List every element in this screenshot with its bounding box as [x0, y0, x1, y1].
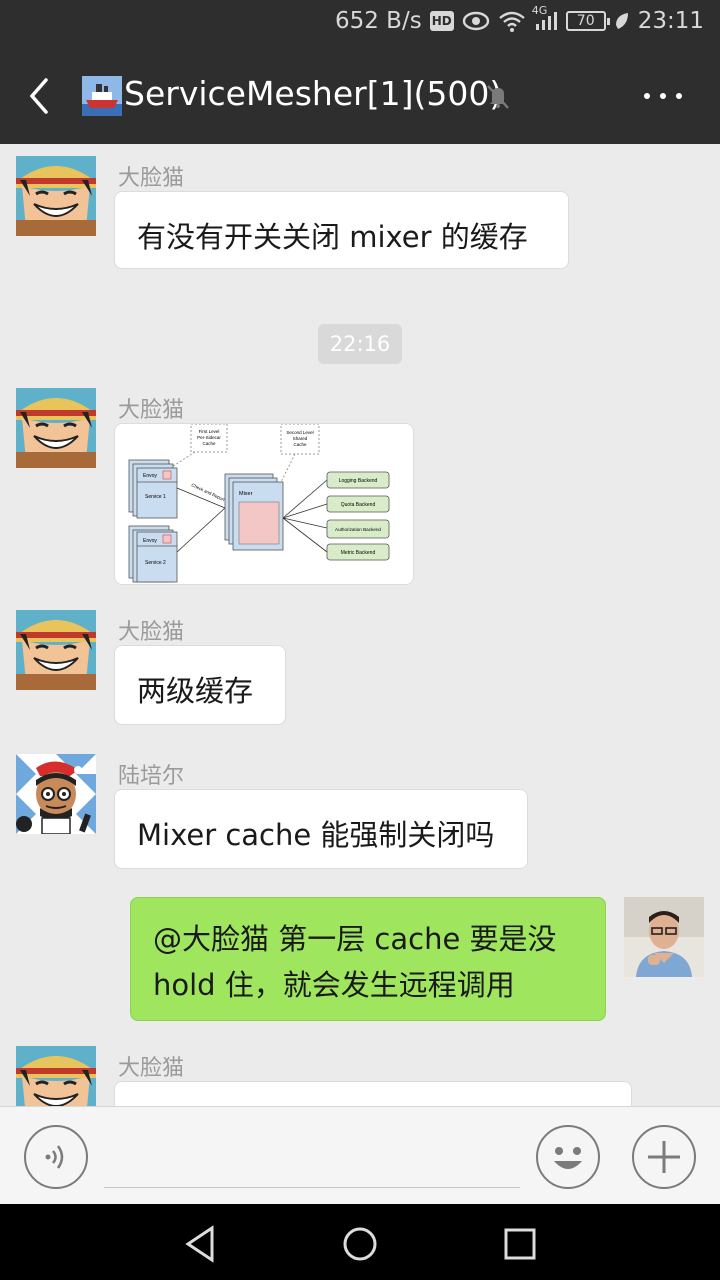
mute-icon	[484, 82, 512, 110]
luffy-avatar-icon	[16, 610, 96, 690]
luffy-avatar-icon	[16, 1046, 96, 1106]
clock: 23:11	[637, 8, 704, 34]
battery-icon: 70	[565, 11, 610, 31]
message-bubble[interactable]: 两级缓存	[114, 645, 286, 725]
sender-name: 大脸猫	[118, 1056, 185, 1081]
sender-name: 陆培尔	[118, 764, 185, 789]
diagram-label: Check and Report	[191, 482, 227, 502]
message-text: 有没有开关关闭 mixer 的缓存	[137, 220, 528, 254]
sender-name: 大脸猫	[118, 620, 185, 645]
battery-level: 70	[576, 13, 595, 29]
sender-name: 大脸猫	[118, 166, 185, 191]
system-nav-bar	[0, 1204, 720, 1280]
diagram-label: Envoy	[143, 473, 157, 479]
leaf-icon	[614, 11, 630, 31]
dot-icon	[660, 93, 666, 99]
message-input[interactable]	[104, 1187, 520, 1188]
avatar-luffy[interactable]	[16, 610, 96, 690]
avatar-luffy[interactable]	[16, 156, 96, 236]
network-type: 4G	[531, 4, 548, 17]
sender-name: 大脸猫	[118, 398, 185, 423]
message-text: Mixer cache 能强制关闭吗	[137, 818, 495, 852]
avatar-lu-peier[interactable]	[16, 754, 96, 834]
chat-title: ServiceMesher[1](500)	[124, 74, 503, 113]
diagram-label: Shared	[293, 436, 308, 441]
diagram-label: Cache	[293, 442, 307, 447]
message-list[interactable]: 大脸猫 有没有开关关闭 mixer 的缓存 22:16 大脸猫 First Le…	[0, 144, 720, 1106]
message-bubble[interactable]	[114, 1081, 632, 1106]
diagram-label: Second Level	[286, 430, 313, 435]
voice-icon	[45, 1145, 64, 1169]
luffy-avatar-icon	[16, 156, 96, 236]
square-recents-icon	[504, 1228, 536, 1260]
avatar-luffy[interactable]	[16, 1046, 96, 1106]
cartoon-avatar-icon	[16, 754, 96, 834]
network-speed: 652 B/s	[334, 8, 422, 34]
chat-header: ServiceMesher[1](500)	[0, 48, 720, 144]
voice-button[interactable]	[24, 1125, 88, 1189]
diagram-label: First Level	[199, 429, 220, 434]
diagram-label: Service 2	[145, 560, 166, 566]
nav-home-button[interactable]	[340, 1224, 380, 1264]
more-functions-button[interactable]	[632, 1125, 696, 1189]
eye-icon	[462, 11, 490, 31]
ship-icon	[82, 76, 122, 116]
diagram-label: Quota Backend	[341, 502, 376, 508]
plus-icon	[648, 1141, 680, 1173]
diagram-label: Mixer	[239, 491, 253, 497]
diagram-label: Cache	[202, 441, 216, 446]
diagram-label: Authorization Backend	[335, 527, 381, 532]
back-arrow-icon	[29, 78, 48, 114]
avatar-luffy[interactable]	[16, 388, 96, 468]
message-text: @大脸猫 第一层 cache 要是没 hold 住，就会发生远程调用	[153, 922, 557, 1002]
message-bubble[interactable]: 有没有开关关闭 mixer 的缓存	[114, 191, 569, 269]
my-message-bubble[interactable]: @大脸猫 第一层 cache 要是没 hold 住，就会发生远程调用	[130, 897, 606, 1021]
profile-photo-icon	[624, 897, 704, 977]
timestamp: 22:16	[318, 324, 402, 364]
nav-back-button[interactable]	[182, 1224, 222, 1264]
dot-icon	[676, 93, 682, 99]
emoji-button[interactable]	[536, 1125, 600, 1189]
diagram-label: Metric Backend	[341, 550, 376, 556]
input-bar	[0, 1106, 720, 1204]
diagram-label: Envoy	[143, 538, 157, 544]
diagram-label: Service 1	[145, 494, 166, 500]
dot-icon	[644, 93, 650, 99]
triangle-back-icon	[185, 1225, 214, 1263]
more-options-button[interactable]	[640, 78, 686, 114]
diagram-label: Per-Sidecar	[197, 435, 221, 440]
smiley-icon	[554, 1147, 582, 1169]
diagram-label: Logging Backend	[339, 478, 378, 484]
back-button[interactable]	[20, 76, 60, 116]
luffy-avatar-icon	[16, 388, 96, 468]
message-bubble[interactable]: Mixer cache 能强制关闭吗	[114, 789, 528, 869]
avatar-self[interactable]	[624, 897, 704, 977]
hd-icon: HD	[429, 11, 454, 31]
wifi-icon	[498, 10, 526, 32]
nav-recents-button[interactable]	[500, 1224, 540, 1264]
mixer-cache-diagram: First Level Per-Sidecar Cache Second Lev…	[128, 424, 390, 583]
status-bar: 652 B/s HD 4G 70 23:11	[0, 0, 720, 48]
message-text: 两级缓存	[137, 674, 254, 708]
signal-icon: 4G	[532, 4, 558, 32]
image-message[interactable]: First Level Per-Sidecar Cache Second Lev…	[114, 423, 414, 585]
circle-home-icon	[343, 1227, 377, 1261]
